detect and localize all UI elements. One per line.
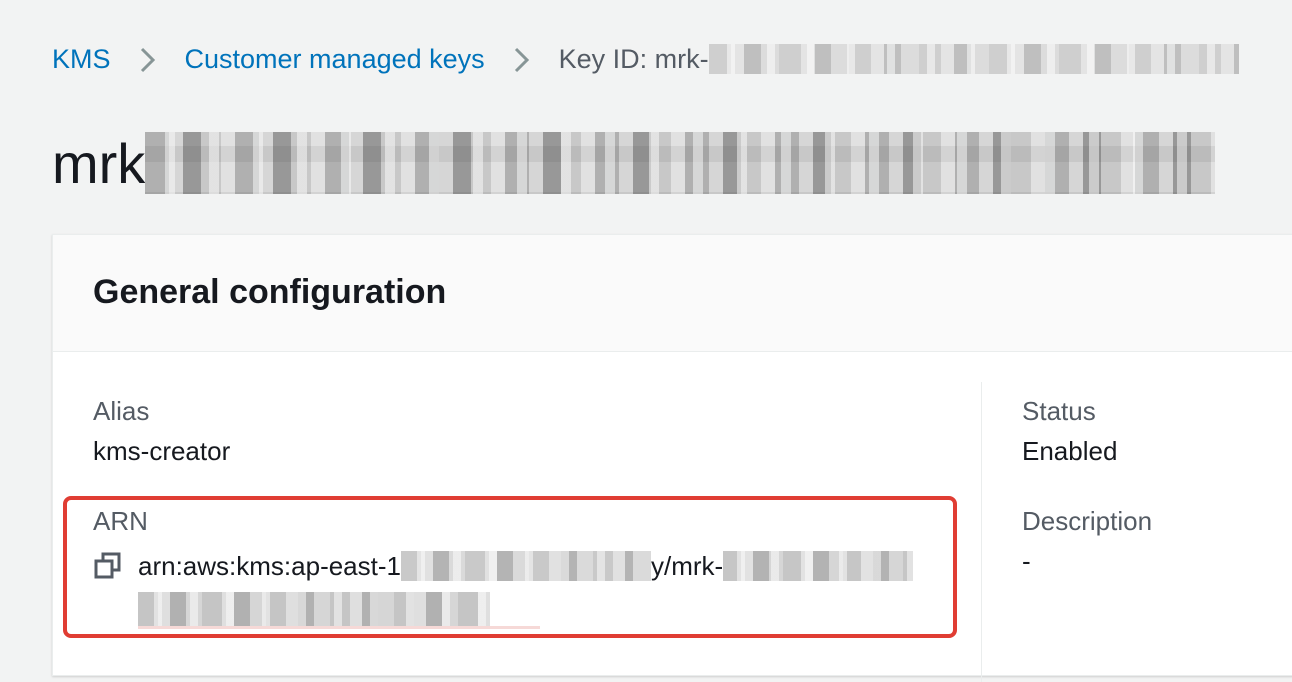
alias-label: Alias — [93, 396, 150, 426]
description-label: Description — [1022, 506, 1153, 536]
arn-highlight-box — [63, 496, 957, 638]
page-title: mrk — [52, 130, 1216, 196]
page-title-prefix: mrk — [52, 131, 146, 195]
column-divider — [981, 382, 982, 682]
breadcrumb: KMS Customer managed keys Key ID: mrk- — [52, 40, 1239, 78]
status-value: Enabled — [1022, 436, 1118, 466]
redacted-key-id — [708, 44, 1239, 74]
chevron-right-icon — [501, 43, 543, 75]
breadcrumb-kms-link[interactable]: KMS — [52, 44, 111, 75]
breadcrumb-current-key-id: Key ID: mrk- — [558, 43, 709, 74]
alias-value: kms-creator — [93, 436, 231, 466]
panel-title: General configuration — [93, 273, 447, 311]
panel-header: General configuration — [53, 235, 1292, 352]
description-value: - — [1022, 546, 1031, 576]
chevron-right-icon — [127, 43, 169, 75]
breadcrumb-customer-managed-keys-link[interactable]: Customer managed keys — [185, 44, 485, 75]
redacted-key-name — [145, 132, 1216, 194]
status-label: Status — [1022, 396, 1096, 426]
